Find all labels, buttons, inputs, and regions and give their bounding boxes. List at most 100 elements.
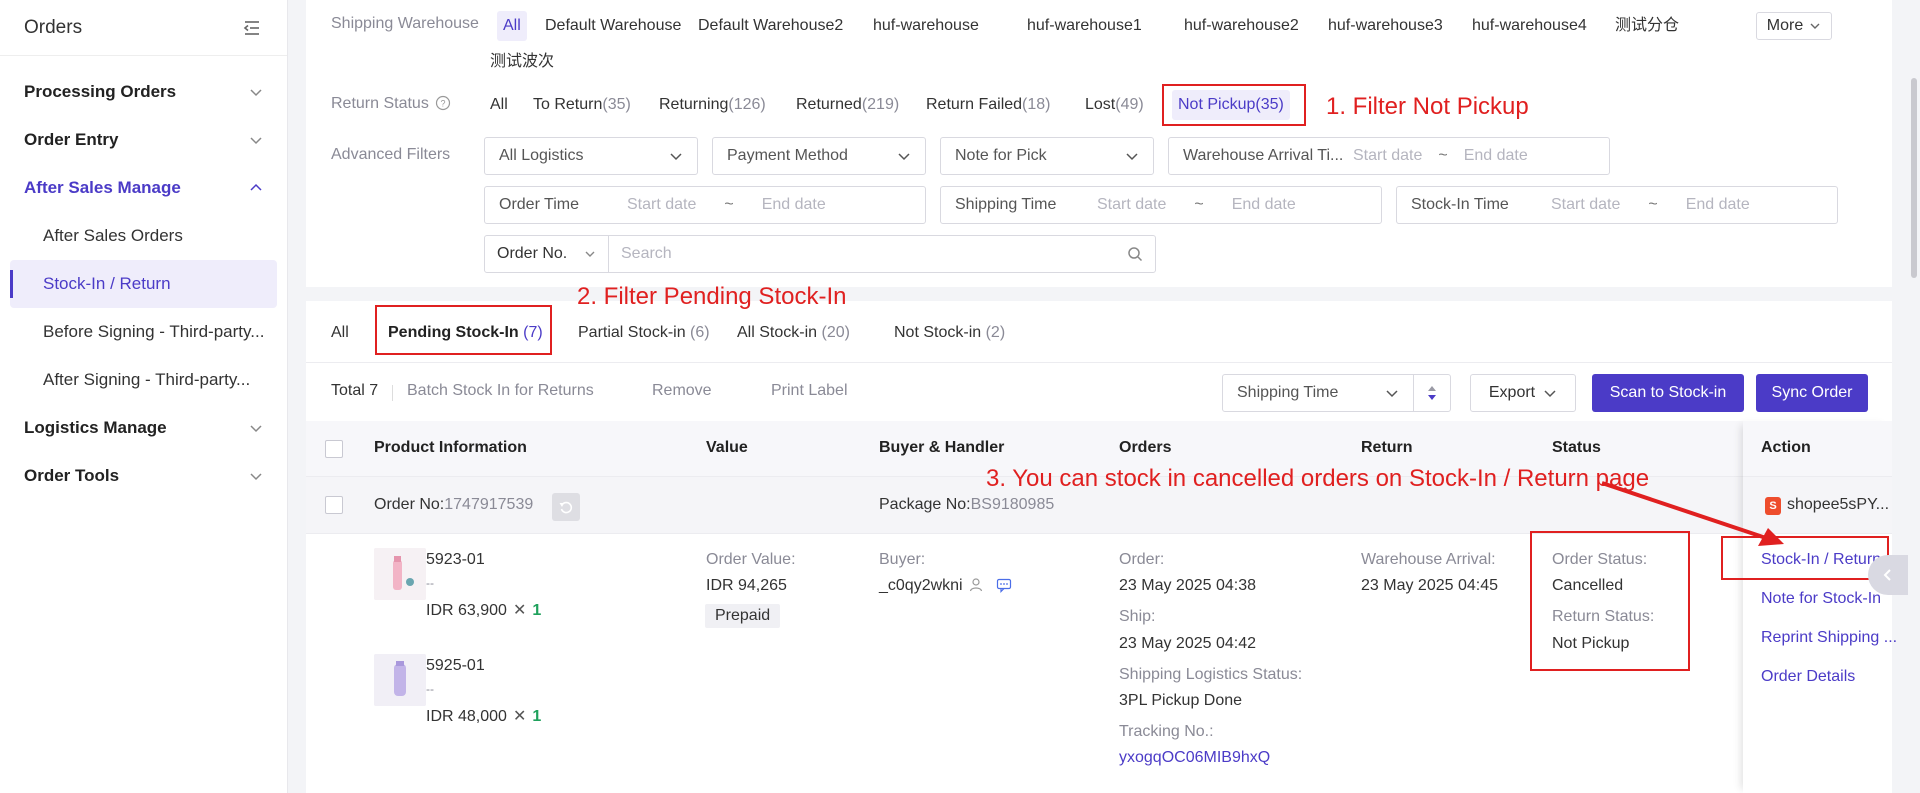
column-buyer: Buyer & Handler	[879, 439, 1005, 456]
return-status-chip-all[interactable]: All	[484, 90, 514, 120]
warehouse-chip[interactable]: huf-warehouse2	[1178, 11, 1305, 41]
search-icon[interactable]	[1115, 236, 1155, 272]
return-status-chip-lost[interactable]: Lost(49)	[1079, 90, 1150, 120]
return-status-label-text: Return Status	[331, 95, 429, 112]
sidebar-item-after-sales-orders[interactable]: After Sales Orders	[10, 212, 277, 260]
sidebar-item-after-signing[interactable]: After Signing - Third-party...	[10, 356, 277, 404]
warehouse-chip[interactable]: huf-warehouse	[867, 11, 985, 41]
select-all-checkbox[interactable]	[325, 440, 343, 458]
warehouse-chip[interactable]: Default Warehouse2	[692, 11, 849, 41]
export-label: Export	[1488, 384, 1536, 401]
chat-icon[interactable]	[996, 577, 1012, 593]
order-time: 23 May 2025 04:38	[1119, 577, 1256, 594]
warehouse-chip[interactable]: 测试分仓	[1609, 11, 1685, 41]
chevron-left-icon	[1883, 569, 1891, 581]
order-no-value: 1747917539	[444, 496, 534, 513]
warehouse-chip-all[interactable]: All	[497, 11, 527, 41]
search-input[interactable]	[609, 236, 1115, 272]
annotation-arrow	[1601, 481, 1784, 546]
chevron-down-icon	[1386, 390, 1398, 398]
remove-button[interactable]: Remove	[652, 382, 712, 400]
menu-group-after-sales-manage[interactable]: After Sales Manage	[0, 164, 287, 212]
order-checkbox[interactable]	[325, 496, 343, 514]
shipping-time-range[interactable]: Shipping Time Start date ~ End date	[940, 186, 1382, 224]
tab-all-stock-in[interactable]: All Stock-in (20)	[737, 318, 850, 348]
tracking-label: Tracking No.:	[1119, 723, 1214, 740]
sidebar-item-stock-in-return[interactable]: Stock-In / Return	[10, 260, 277, 308]
return-status-chip-to-return[interactable]: To Return(35)	[527, 90, 637, 120]
note-for-pick-select[interactable]: Note for Pick	[940, 137, 1154, 175]
tracking-number-link[interactable]: yxogqOC06MIB9hxQ	[1119, 749, 1270, 767]
return-status-chip-returned[interactable]: Returned(219)	[790, 90, 905, 120]
annotation-step-2: 2. Filter Pending Stock-In	[577, 283, 847, 310]
shop-name: shopee5sPY...	[1787, 496, 1890, 513]
range-label: Stock-In Time	[1411, 196, 1509, 213]
stock-in-time-range[interactable]: Stock-In Time Start date ~ End date	[1396, 186, 1838, 224]
collapse-panel-button[interactable]	[1868, 555, 1908, 595]
scan-to-stock-in-button[interactable]: Scan to Stock-in	[1592, 374, 1744, 412]
sidebar-menu: Processing Orders Order Entry After Sale…	[0, 56, 287, 500]
column-orders: Orders	[1119, 439, 1172, 456]
payment-method-select[interactable]: Payment Method	[712, 137, 926, 175]
menu-group-label: Order Entry	[24, 130, 119, 149]
menu-group-order-entry[interactable]: Order Entry	[0, 116, 287, 164]
sync-order-button[interactable]: Sync Order	[1756, 374, 1868, 412]
sidebar-title: Orders	[24, 16, 83, 38]
sidebar-item-before-signing[interactable]: Before Signing - Third-party...	[10, 308, 277, 356]
times-icon: ✕	[512, 708, 527, 725]
action-column: Action S shopee5sPY... Stock-In / Return…	[1743, 421, 1897, 793]
print-label-button[interactable]: Print Label	[771, 382, 848, 400]
product-sku: 5925-01	[426, 657, 485, 674]
menu-group-logistics-manage[interactable]: Logistics Manage	[0, 404, 287, 452]
logistics-select[interactable]: All Logistics	[484, 137, 698, 175]
payment-select-value: Payment Method	[727, 147, 848, 164]
menu-group-order-tools[interactable]: Order Tools	[0, 452, 287, 500]
chevron-down-icon	[670, 153, 682, 161]
search-type-value: Order No.	[497, 245, 568, 262]
chip-label: Lost	[1085, 96, 1116, 113]
order-details-link[interactable]: Order Details	[1761, 668, 1855, 686]
warehouse-chip[interactable]: Default Warehouse	[539, 11, 687, 41]
ship-time-label: Ship:	[1119, 608, 1156, 625]
tab-partial-stock-in[interactable]: Partial Stock-in (6)	[578, 318, 710, 348]
scrollbar-thumb[interactable]	[1911, 78, 1917, 278]
search-type-select[interactable]: Order No.	[485, 236, 609, 272]
return-status-chip-return-failed[interactable]: Return Failed(18)	[920, 90, 1057, 120]
annotation-box-pending-stock-in	[375, 305, 552, 355]
logistics-select-value: All Logistics	[499, 147, 584, 164]
return-status-chip-returning[interactable]: Returning(126)	[653, 90, 772, 120]
user-icon[interactable]	[969, 577, 985, 593]
range-label: Shipping Time	[955, 196, 1057, 213]
chevron-down-icon	[585, 251, 595, 257]
reprint-shipping-link[interactable]: Reprint Shipping ...	[1761, 629, 1897, 647]
menu-group-processing-orders[interactable]: Processing Orders	[0, 68, 287, 116]
column-product: Product Information	[374, 439, 527, 456]
ship-time: 23 May 2025 04:42	[1119, 635, 1256, 652]
sort-field-value: Shipping Time	[1237, 384, 1339, 401]
sort-field-select[interactable]: Shipping Time	[1222, 374, 1414, 412]
order-value-label: Order Value:	[706, 551, 796, 568]
chevron-down-icon	[250, 425, 262, 433]
warehouse-arrival-range[interactable]: Warehouse Arrival Ti... Start date ~ End…	[1168, 137, 1610, 175]
total-count: Total 7	[331, 382, 379, 399]
warehouse-chip[interactable]: huf-warehouse3	[1322, 11, 1449, 41]
tab-not-stock-in[interactable]: Not Stock-in (2)	[894, 318, 1005, 348]
order-time-range[interactable]: Order Time Start date ~ End date	[484, 186, 926, 224]
collapse-menu-icon[interactable]	[241, 17, 263, 39]
warehouse-chip[interactable]: huf-warehouse4	[1466, 11, 1593, 41]
help-icon[interactable]: ?	[435, 95, 451, 111]
tab-all[interactable]: All	[331, 318, 349, 348]
menu-group-label: After Sales Manage	[24, 178, 181, 197]
warehouse-chip[interactable]: huf-warehouse1	[1021, 11, 1148, 41]
more-warehouses-button[interactable]: More	[1756, 12, 1832, 40]
return-order-icon[interactable]	[552, 493, 580, 521]
export-button[interactable]: Export	[1470, 374, 1576, 412]
warehouse-chip[interactable]: 测试波次	[484, 47, 560, 77]
order-time-label: Order:	[1119, 551, 1165, 568]
sort-direction-toggle[interactable]	[1413, 374, 1451, 412]
page-scrollbar[interactable]	[1908, 0, 1920, 793]
note-for-stock-in-link[interactable]: Note for Stock-In	[1761, 590, 1881, 608]
product-image	[374, 548, 426, 600]
end-date-placeholder: End date	[1231, 196, 1296, 213]
batch-stock-in-button[interactable]: Batch Stock In for Returns	[407, 382, 594, 400]
